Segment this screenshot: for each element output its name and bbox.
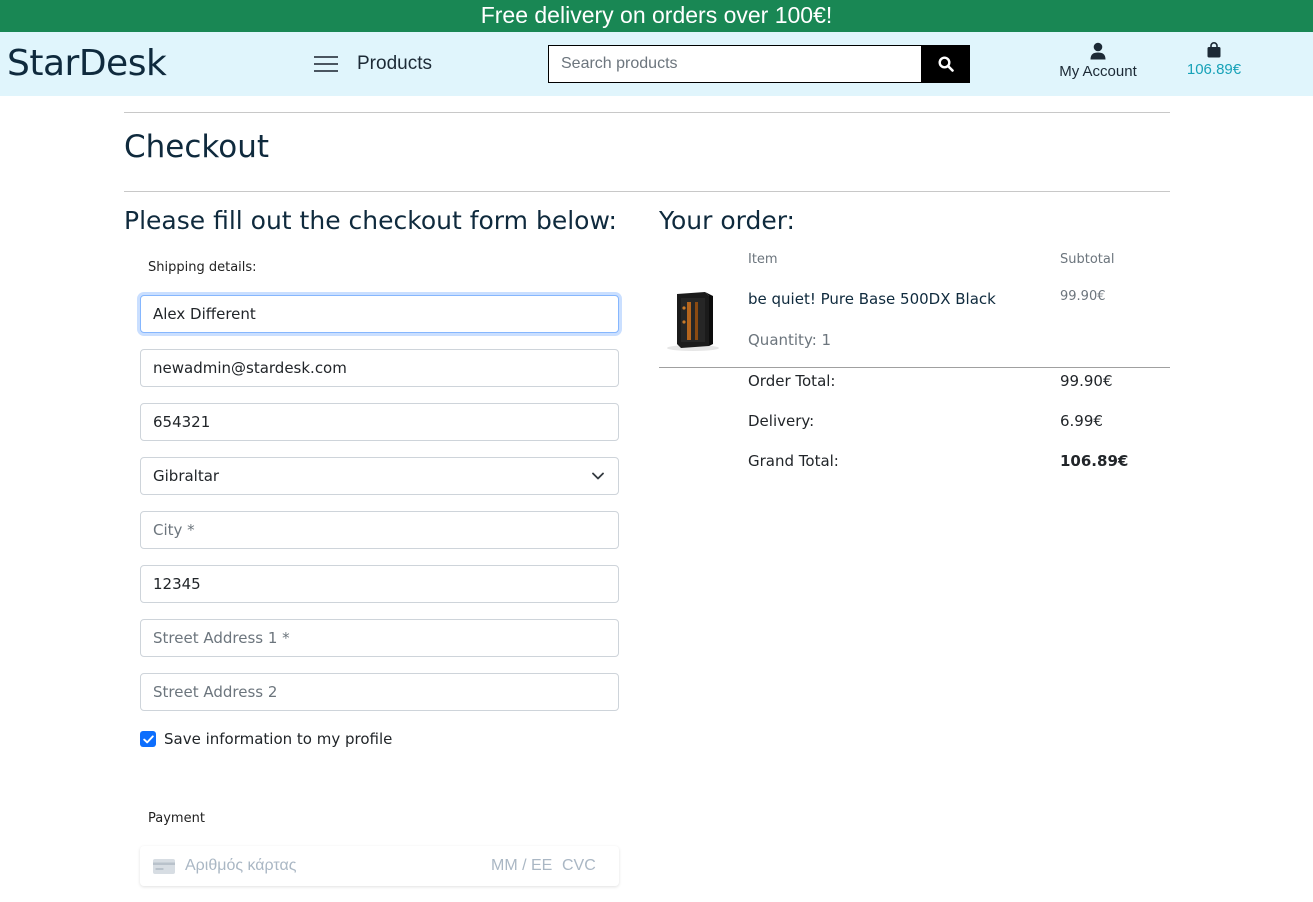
my-account-label: My Account: [1059, 63, 1137, 80]
grand-total-label: Grand Total:: [748, 452, 839, 470]
full-name-field[interactable]: Alex Different: [140, 295, 619, 333]
cart-total: 106.89€: [1186, 61, 1242, 78]
email-value: newadmin@stardesk.com: [153, 359, 347, 377]
products-menu-toggle[interactable]: Products: [314, 48, 432, 80]
shopping-bag-link[interactable]: 106.89€: [1180, 42, 1248, 78]
save-info-row: Save information to my profile: [140, 730, 392, 748]
save-info-label[interactable]: Save information to my profile: [164, 730, 392, 748]
street-address-2-placeholder: Street Address 2: [153, 683, 278, 701]
divider-top: [124, 112, 1170, 113]
checkout-form-heading: Please fill out the checkout form below:: [124, 206, 617, 235]
page-title: Checkout: [124, 129, 270, 165]
phone-field[interactable]: 654321: [140, 403, 619, 441]
email-field[interactable]: newadmin@stardesk.com: [140, 349, 619, 387]
city-field[interactable]: City *: [140, 511, 619, 549]
site-header: StarDesk Products My Account 106.89€: [0, 32, 1313, 96]
product-subtotal: 99.90€: [1060, 289, 1106, 304]
country-value: Gibraltar: [153, 467, 220, 485]
product-quantity: Quantity: 1: [748, 331, 832, 349]
save-info-checkbox[interactable]: [140, 731, 156, 747]
card-expiry-placeholder: MM / ΕΕ: [491, 857, 553, 874]
order-divider: [659, 367, 1170, 368]
my-account-link[interactable]: My Account: [1050, 42, 1146, 80]
grand-total-value: 106.89€: [1060, 452, 1129, 470]
postcode-value: 12345: [153, 575, 201, 593]
order-total-value: 99.90€: [1060, 372, 1113, 390]
payment-legend: Payment: [148, 811, 205, 826]
street-address-2-field[interactable]: Street Address 2: [140, 673, 619, 711]
delivery-label: Delivery:: [748, 412, 815, 430]
card-cvc-placeholder: CVC: [562, 857, 596, 874]
shipping-details-legend: Shipping details:: [148, 260, 257, 275]
country-select[interactable]: Gibraltar: [140, 457, 619, 495]
street-address-1-field[interactable]: Street Address 1 *: [140, 619, 619, 657]
search-icon: [937, 56, 954, 72]
site-logo[interactable]: StarDesk: [7, 42, 167, 86]
street-address-1-placeholder: Street Address 1 *: [153, 629, 290, 647]
hamburger-icon: [314, 54, 338, 74]
search-form: [548, 45, 970, 83]
order-total-label: Order Total:: [748, 372, 836, 390]
phone-value: 654321: [153, 413, 211, 431]
credit-card-icon: [153, 859, 175, 874]
check-icon: [142, 734, 154, 743]
chevron-down-icon: [592, 472, 604, 480]
card-element[interactable]: Αριθμός κάρτας MM / ΕΕ CVC: [140, 846, 619, 886]
full-name-value: Alex Different: [153, 305, 256, 323]
delivery-value: 6.99€: [1060, 412, 1103, 430]
search-button[interactable]: [921, 45, 970, 83]
order-summary-heading: Your order:: [659, 206, 795, 235]
divider-bottom: [124, 191, 1170, 192]
search-input[interactable]: [548, 45, 921, 83]
product-image: [667, 292, 719, 351]
product-name[interactable]: be quiet! Pure Base 500DX Black: [748, 290, 996, 308]
user-icon: [1090, 42, 1106, 60]
shopping-bag-icon: [1207, 42, 1221, 58]
city-placeholder: City *: [153, 521, 195, 539]
products-menu-label: Products: [357, 53, 432, 74]
card-number-placeholder: Αριθμός κάρτας: [185, 857, 297, 874]
subtotal-column-header: Subtotal: [1060, 252, 1115, 267]
promo-banner: Free delivery on orders over 100€!: [0, 0, 1313, 32]
item-column-header: Item: [748, 252, 778, 267]
postcode-field[interactable]: 12345: [140, 565, 619, 603]
promo-banner-text: Free delivery on orders over 100€!: [480, 2, 833, 28]
